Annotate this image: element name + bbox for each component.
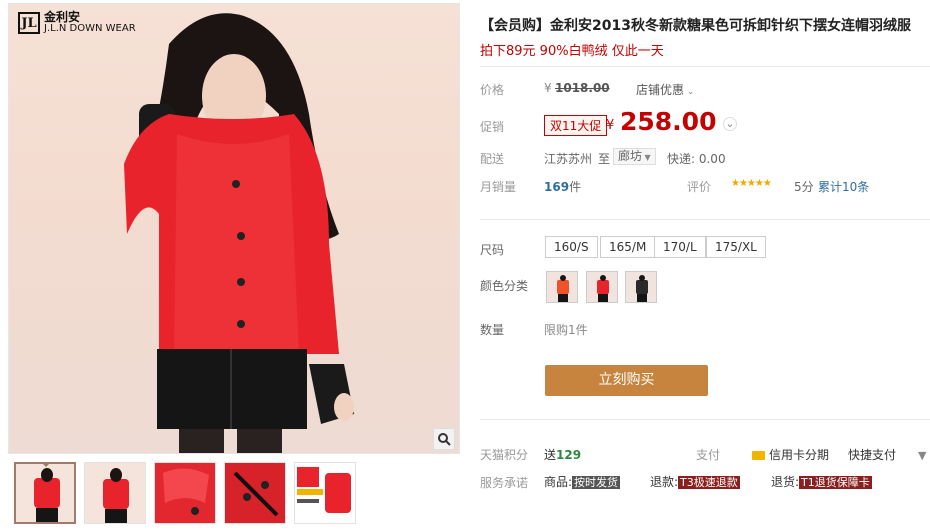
rating-label: 评价 xyxy=(687,180,712,194)
dropdown-arrow-icon[interactable]: ▼ xyxy=(918,449,926,462)
service-return: 退货: T1退货保障卡 xyxy=(771,473,872,490)
product-title: 【会员购】金利安2013秋冬新款糖果色可拆卸针织下摆女连帽羽绒服 xyxy=(480,18,911,34)
thumbnail[interactable] xyxy=(84,462,146,524)
divider xyxy=(480,66,930,67)
service-return-label: 退货: xyxy=(771,475,800,489)
points-prefix: 送 xyxy=(544,448,557,462)
points-label: 天猫积分 xyxy=(480,448,529,462)
main-product-image[interactable]: JL 金利安 J.L.N DOWN WEAR xyxy=(8,3,460,454)
shipping-fee: 快递: 0.00 xyxy=(667,152,726,166)
monthly-sales: 169件 xyxy=(544,178,581,195)
thumbnail[interactable] xyxy=(154,462,216,524)
model-illustration xyxy=(124,13,354,453)
color-swatch[interactable] xyxy=(546,271,578,303)
credit-card-icon xyxy=(752,451,765,460)
brand-en: J.L.N DOWN WEAR xyxy=(44,23,136,34)
rating-stars: ★★★★★ xyxy=(731,178,772,189)
brand-mark: JL xyxy=(18,12,40,34)
monthly-sales-unit: 件 xyxy=(569,180,582,194)
points-value: 送129 xyxy=(544,446,581,463)
size-option-165m[interactable]: 165/M xyxy=(600,236,656,258)
monthly-sales-label: 月销量 xyxy=(480,180,517,194)
credit-installment-link[interactable]: 信用卡分期 xyxy=(752,446,829,463)
color-label: 颜色分类 xyxy=(480,279,529,293)
chevron-down-icon: ⌄ xyxy=(684,87,695,97)
thumbnail[interactable] xyxy=(14,462,76,524)
shipping-to-word: 至 xyxy=(598,152,611,166)
shipping-from: 江苏苏州 xyxy=(544,152,593,166)
service-goods-tag: 按时发货 xyxy=(572,476,621,489)
size-label: 尺码 xyxy=(480,243,505,257)
service-return-tag: T1退货保障卡 xyxy=(799,476,872,489)
service-refund-label: 退款: xyxy=(650,475,679,489)
size-option-175xl[interactable]: 175/XL xyxy=(706,236,766,258)
shipping-label: 配送 xyxy=(480,152,505,166)
dropdown-arrow-icon: ▼ xyxy=(642,153,651,162)
rating-score: 5分 xyxy=(794,180,814,194)
destination-select[interactable]: 廊坊 ▼ xyxy=(613,148,656,165)
chevron-down-icon[interactable]: ⌄ xyxy=(723,117,737,131)
brand-cn: 金利安 xyxy=(44,10,81,24)
credit-installment-label: 信用卡分期 xyxy=(769,448,830,462)
service-goods: 商品: 按时发货 xyxy=(544,473,621,490)
quantity-limit: 限购1件 xyxy=(544,323,588,337)
thumbnail[interactable] xyxy=(224,462,286,524)
divider xyxy=(480,419,930,420)
points-number: 129 xyxy=(556,448,582,462)
monthly-sales-count: 169 xyxy=(544,180,570,194)
service-refund-tag: T3极速退款 xyxy=(678,476,740,489)
service-goods-label: 商品: xyxy=(544,475,573,489)
product-subtitle: 拍下89元 90%白鸭绒 仅此一天 xyxy=(480,44,664,59)
service-label: 服务承诺 xyxy=(480,476,529,490)
thumbnail-strip xyxy=(14,462,356,524)
quantity-label: 数量 xyxy=(480,323,505,337)
rating-total-link[interactable]: 累计10条 xyxy=(818,178,869,195)
currency-symbol: ¥ xyxy=(544,81,552,95)
product-page: JL 金利安 J.L.N DOWN WEAR 【会员购】金利安2013秋冬新款糖… xyxy=(0,0,930,531)
shop-discount-label: 店铺优惠 xyxy=(636,83,685,97)
destination-value: 廊坊 xyxy=(618,149,643,163)
promo-price: 258.00 xyxy=(620,107,717,136)
price-label: 价格 xyxy=(480,83,505,97)
color-swatch[interactable] xyxy=(586,271,618,303)
promo-currency: ¥ xyxy=(606,118,615,133)
quick-pay-link[interactable]: 快捷支付 xyxy=(848,446,896,463)
thumbnail[interactable] xyxy=(294,462,356,524)
size-option-170l[interactable]: 170/L xyxy=(654,236,706,258)
size-option-160s[interactable]: 160/S xyxy=(545,236,598,258)
original-price: 1018.00 xyxy=(555,81,610,95)
promo-label: 促销 xyxy=(480,120,505,134)
color-swatch[interactable] xyxy=(625,271,657,303)
shop-discount-link[interactable]: 店铺优惠 ⌄ xyxy=(636,81,694,98)
brand-logo: JL 金利安 J.L.N DOWN WEAR xyxy=(18,10,136,34)
service-refund: 退款: T3极速退款 xyxy=(650,473,740,490)
pay-label: 支付 xyxy=(696,448,721,462)
promo-badge: 双11大促 xyxy=(544,115,608,136)
buy-now-button[interactable]: 立刻购买 xyxy=(545,365,708,396)
zoom-icon[interactable] xyxy=(433,428,455,450)
divider xyxy=(480,219,930,220)
